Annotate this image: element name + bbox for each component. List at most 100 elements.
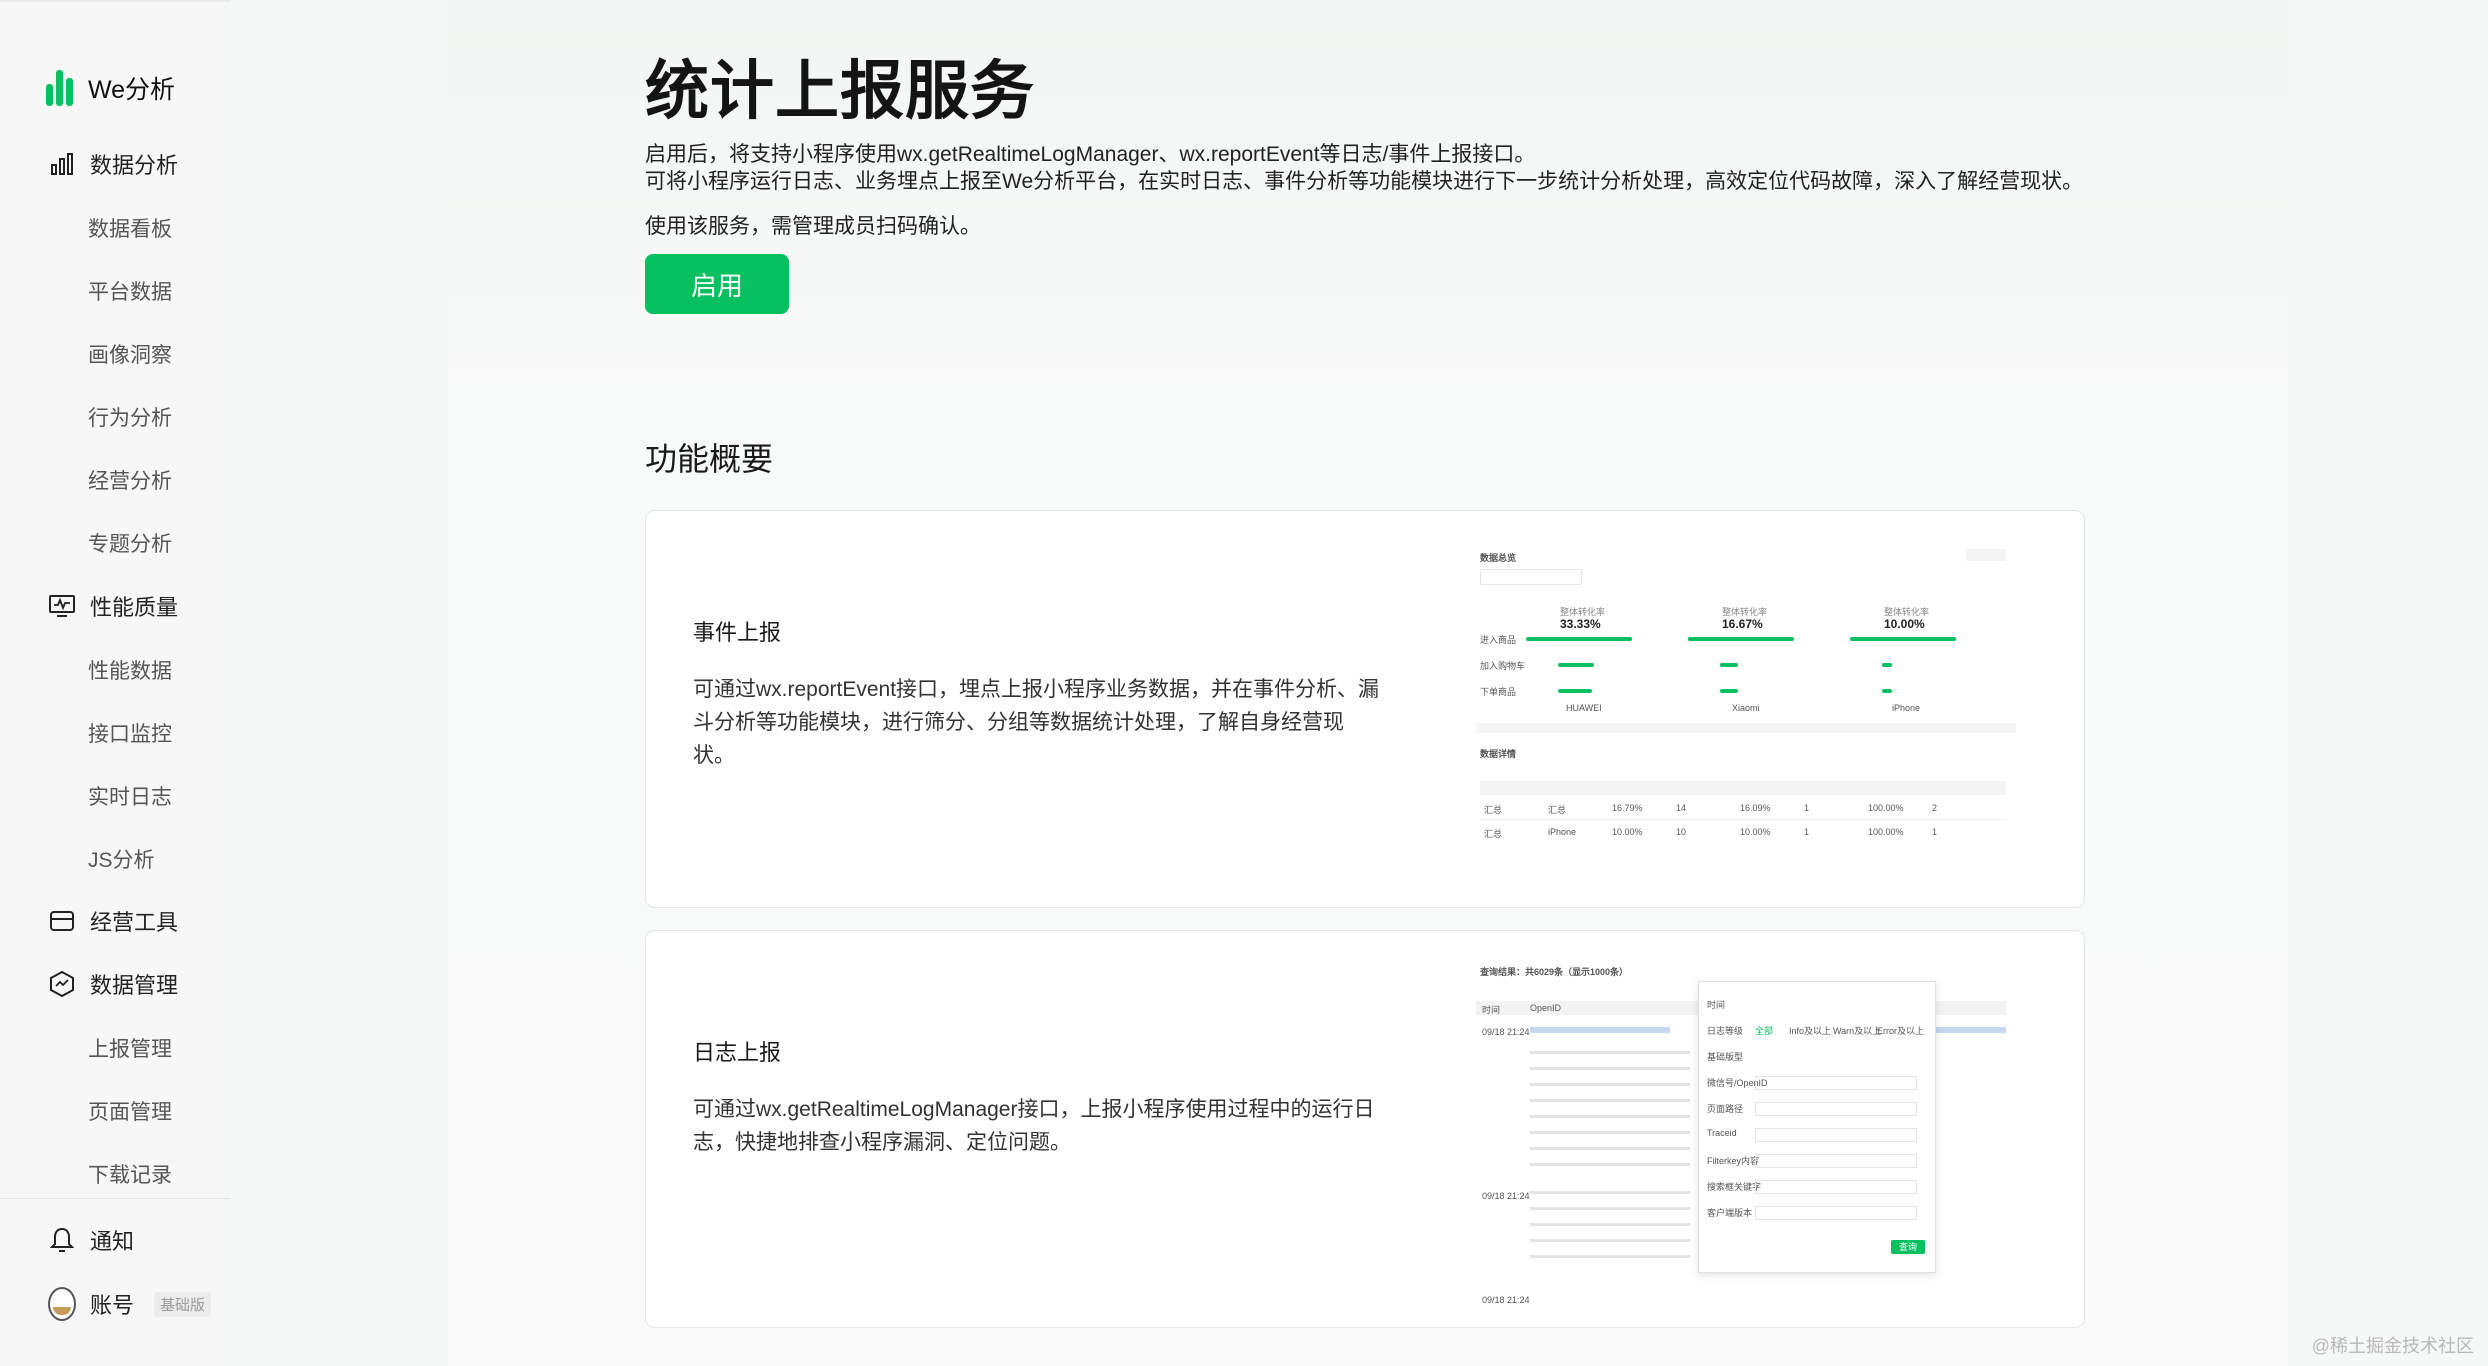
preview-select	[1480, 569, 1582, 585]
table-cell: 汇总	[1548, 805, 1567, 815]
notify-button[interactable]: 通知	[48, 1224, 134, 1256]
sidebar-item-perf-data[interactable]: 性能数据	[88, 655, 172, 685]
filter-label: 客户端版本	[1707, 1208, 1753, 1218]
level-option: Warn及以上	[1833, 1026, 1882, 1036]
sidebar-item-page-manage[interactable]: 页面管理	[88, 1096, 172, 1126]
metric-value: 33.33%	[1560, 617, 1601, 631]
filter-label: 搜索框关键字	[1707, 1182, 1762, 1192]
group-label: Xiaomi	[1732, 703, 1760, 713]
table-cell: 1	[1804, 803, 1810, 813]
detail-header: 数据详情	[1480, 749, 1517, 759]
sidebar-item-dashboard[interactable]: 数据看板	[88, 213, 172, 243]
filter-input	[1755, 1128, 1917, 1142]
account-button[interactable]: 账号 基础版	[48, 1287, 212, 1321]
filter-label: 时间	[1707, 1000, 1726, 1010]
filter-input	[1755, 1076, 1917, 1090]
nav-group-data-manage[interactable]: 数据管理	[48, 968, 178, 1000]
table-header	[1480, 781, 2006, 795]
group-label: HUAWEI	[1566, 703, 1602, 713]
sidebar-divider	[0, 1198, 230, 1199]
sidebar-item-platform-data[interactable]: 平台数据	[88, 276, 172, 306]
log-line	[1530, 1027, 1670, 1033]
nav-group-performance[interactable]: 性能质量	[48, 590, 178, 622]
page-description-line1: 启用后，将支持小程序使用wx.getRealtimeLogManager、wx.…	[645, 143, 1536, 166]
filter-label: Traceid	[1707, 1128, 1737, 1138]
filter-label: Filterkey内容	[1707, 1156, 1760, 1166]
sidebar-item-realtime-log[interactable]: 实时日志	[88, 781, 172, 811]
table-cell: 10.00%	[1740, 827, 1771, 837]
event-preview-image: 数据总览 整体转化率 33.33% 整体转化率 16.67% 整体转化率 10.…	[1476, 547, 2016, 877]
sidebar-item-api-monitor[interactable]: 接口监控	[88, 718, 172, 748]
table-cell: 100.00%	[1868, 827, 1904, 837]
nav-group-data-analysis[interactable]: 数据分析	[48, 148, 178, 180]
page-title: 统计上报服务	[645, 55, 1035, 127]
enable-button[interactable]: 启用	[645, 254, 789, 314]
filter-input	[1755, 1102, 1917, 1116]
feature-card-event: 事件上报 可通过wx.reportEvent接口，埋点上报小程序业务数据，并在事…	[645, 510, 2085, 908]
sidebar-item-js-analysis[interactable]: JS分析	[88, 844, 155, 874]
table-cell: 16.09%	[1740, 803, 1771, 813]
nav-group-label: 数据分析	[90, 153, 179, 178]
funnel-bar	[1688, 637, 1794, 641]
funnel-row-label: 下单商品	[1480, 687, 1517, 697]
watermark: @稀土掘金技术社区	[2311, 1336, 2474, 1356]
funnel-bar	[1882, 689, 1892, 693]
table-cell: 16.79%	[1612, 803, 1643, 813]
funnel-bar	[1558, 689, 1592, 693]
nav-group-label: 性能质量	[90, 595, 179, 620]
log-entries	[1530, 1051, 1690, 1171]
filter-label: 页面路径	[1707, 1104, 1744, 1114]
table-row-divider	[1480, 819, 2006, 820]
data-manage-icon	[48, 970, 76, 998]
funnel-bar	[1720, 663, 1738, 667]
we-analysis-logo-icon	[46, 70, 76, 106]
level-option: 全部	[1755, 1026, 1774, 1036]
sidebar-item-portrait[interactable]: 画像洞察	[88, 339, 172, 369]
funnel-row-label: 加入购物车	[1480, 661, 1526, 671]
table-cell: 10	[1676, 827, 1687, 837]
sidebar-item-business[interactable]: 经营分析	[88, 465, 172, 495]
sidebar-top-divider	[0, 0, 230, 2]
filter-query-button: 查询	[1891, 1240, 1925, 1254]
table-cell: 14	[1676, 803, 1687, 813]
sidebar-item-report-manage[interactable]: 上报管理	[88, 1033, 172, 1063]
log-filter-popup: 时间 日志等级 基础版型 微信号/OpenID 页面路径 Traceid Fil…	[1698, 981, 1936, 1273]
level-option: Error及以上	[1877, 1026, 1924, 1036]
feature-card-log: 日志上报 可通过wx.getRealtimeLogManager接口，上报小程序…	[645, 930, 2085, 1328]
brand[interactable]: We分析	[46, 70, 175, 106]
filter-label: 日志等级	[1707, 1026, 1744, 1036]
page-description-line2: 可将小程序运行日志、业务埋点上报至We分析平台，在实时日志、事件分析等功能模块进…	[645, 170, 2084, 193]
nav-group-label: 数据管理	[90, 973, 179, 998]
bar-chart-icon	[48, 150, 76, 178]
funnel-row-label: 进入商品	[1480, 635, 1517, 645]
sidebar: We分析 数据分析 数据看板 平台数据 画像洞察 行为分析 经营分析 专题分析 …	[0, 0, 230, 1366]
sidebar-item-download-record[interactable]: 下载记录	[88, 1159, 172, 1189]
sidebar-item-topic[interactable]: 专题分析	[88, 528, 172, 558]
avatar	[48, 1287, 76, 1321]
nav-group-business-tools[interactable]: 经营工具	[48, 905, 178, 937]
table-cell: 汇总	[1484, 805, 1503, 815]
account-label: 账号	[90, 1293, 135, 1318]
funnel-bar	[1558, 663, 1594, 667]
table-cell: 10.00%	[1612, 827, 1643, 837]
funnel-bar	[1526, 637, 1632, 641]
preview-header: 数据总览	[1480, 553, 1517, 563]
notify-label: 通知	[90, 1229, 135, 1254]
log-time: 09/18 21:24	[1482, 1027, 1530, 1037]
group-label: iPhone	[1892, 703, 1921, 713]
table-cell: 汇总	[1484, 829, 1503, 839]
sidebar-item-behavior[interactable]: 行为分析	[88, 402, 172, 432]
bell-icon	[48, 1226, 76, 1254]
table-cell: 100.00%	[1868, 803, 1904, 813]
section-title: 功能概要	[645, 441, 774, 477]
filter-input	[1755, 1154, 1917, 1168]
feature-card-desc: 可通过wx.getRealtimeLogManager接口，上报小程序使用过程中…	[693, 1098, 1375, 1154]
filter-input	[1755, 1206, 1917, 1220]
account-badge: 基础版	[154, 1291, 212, 1317]
log-result-header: 查询结果：共6029条（显示1000条）	[1480, 967, 1629, 977]
nav-group-label: 经营工具	[90, 910, 179, 935]
col-openid: OpenID	[1530, 1003, 1562, 1013]
metric-value: 10.00%	[1884, 617, 1925, 631]
feature-card-title: 事件上报	[693, 620, 782, 645]
log-entries	[1530, 1191, 1690, 1271]
